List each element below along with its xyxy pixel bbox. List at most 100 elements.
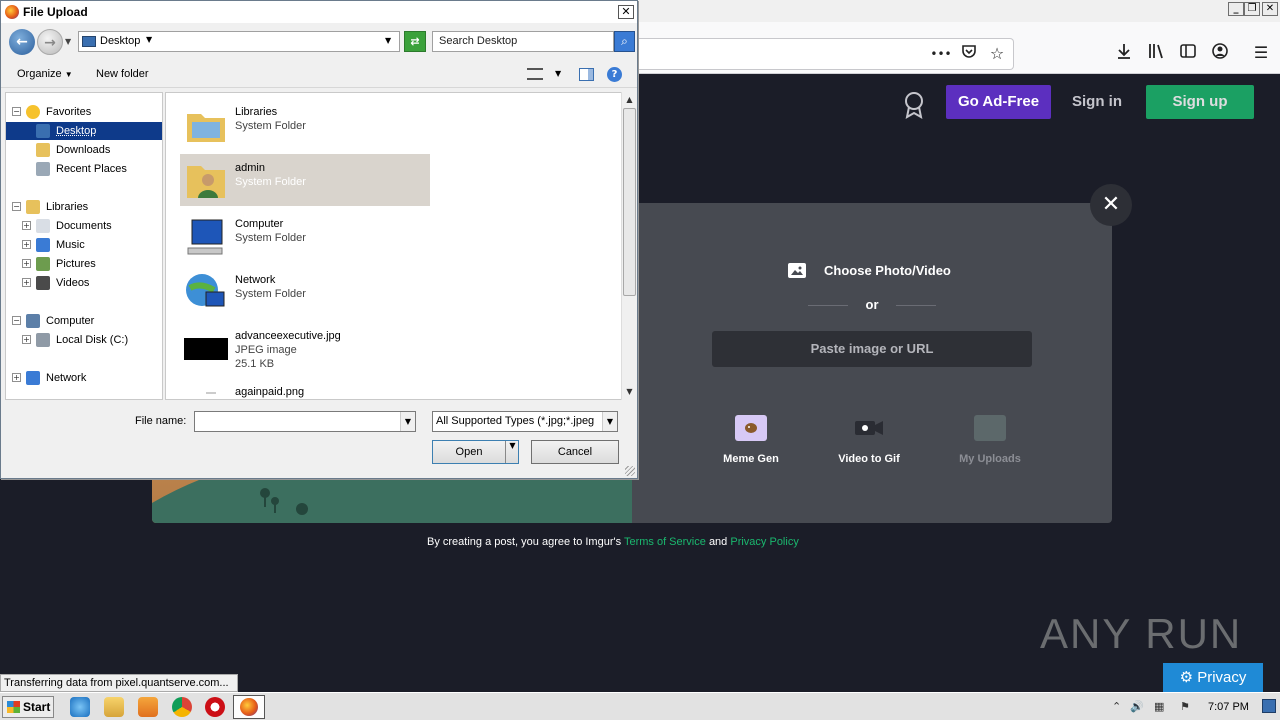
opera-icon[interactable] bbox=[205, 697, 225, 717]
clock[interactable]: 7:07 PM bbox=[1208, 701, 1249, 713]
view-dropdown-icon[interactable]: ▼ bbox=[555, 69, 561, 78]
expand-icon[interactable]: + bbox=[22, 221, 31, 230]
sidebar-item-recent-places[interactable]: Recent Places bbox=[6, 160, 162, 178]
sidebar-item-computer[interactable]: − Computer bbox=[6, 312, 162, 330]
dialog-close-button[interactable]: ✕ bbox=[618, 5, 634, 19]
media-player-icon[interactable] bbox=[138, 697, 158, 717]
recent-locations-chevron-icon[interactable]: ▼ bbox=[65, 37, 71, 46]
address-text[interactable]: Desktop bbox=[100, 35, 140, 47]
more-dots-icon[interactable]: ••• bbox=[930, 43, 952, 65]
preview-pane-icon[interactable] bbox=[579, 68, 594, 81]
file-explorer-icon[interactable] bbox=[104, 697, 124, 717]
forward-button[interactable]: → bbox=[37, 29, 63, 55]
vertical-scrollbar[interactable]: ▲ ▼ bbox=[621, 92, 637, 400]
file-type-select[interactable]: All Supported Types (*.jpg;*.jpeg bbox=[432, 411, 618, 432]
network-icon bbox=[26, 371, 40, 385]
file-name-input[interactable] bbox=[194, 411, 416, 432]
collapse-icon[interactable]: − bbox=[12, 316, 21, 325]
dialog-title-bar[interactable]: File Upload ✕ bbox=[1, 1, 637, 23]
minimize-button[interactable]: _ bbox=[1228, 2, 1244, 16]
file-type: System Folder bbox=[235, 232, 306, 244]
sidebar-item-libraries[interactable]: − Libraries bbox=[6, 198, 162, 216]
open-options-icon[interactable]: ▼ bbox=[505, 441, 519, 463]
restore-button[interactable]: ❐ bbox=[1244, 2, 1260, 16]
new-folder-button[interactable]: New folder bbox=[96, 68, 149, 80]
go-ad-free-button[interactable]: Go Ad-Free bbox=[946, 85, 1051, 119]
file-name-dropdown-icon[interactable]: ▼ bbox=[400, 412, 415, 431]
search-icon[interactable]: ⌕ bbox=[614, 31, 635, 52]
privacy-button[interactable]: ⚙ Privacy bbox=[1163, 663, 1263, 693]
file-item-network[interactable]: Network System Folder bbox=[180, 266, 430, 318]
meme-gen-icon bbox=[735, 415, 767, 441]
firefox-taskbar-button[interactable] bbox=[233, 695, 265, 719]
privacy-policy-link[interactable]: Privacy Policy bbox=[730, 536, 798, 548]
start-button[interactable]: Start bbox=[2, 696, 54, 718]
scroll-down-icon[interactable]: ▼ bbox=[622, 384, 637, 399]
bookmark-star-icon[interactable]: ☆ bbox=[986, 43, 1008, 65]
file-type-dropdown-icon[interactable]: ▼ bbox=[602, 412, 617, 431]
sidebar-item-videos[interactable]: + Videos bbox=[6, 274, 162, 292]
menu-icon[interactable]: ☰ bbox=[1250, 42, 1272, 64]
action-center-flag-icon[interactable]: ⚑ bbox=[1180, 700, 1190, 713]
help-icon[interactable]: ? bbox=[607, 67, 622, 82]
sidebar-item-network[interactable]: + Network bbox=[6, 369, 162, 387]
file-item-admin[interactable]: admin System Folder bbox=[180, 154, 430, 206]
internet-explorer-icon[interactable] bbox=[70, 697, 90, 717]
scroll-thumb[interactable] bbox=[623, 108, 636, 296]
paste-url-input[interactable]: Paste image or URL bbox=[712, 331, 1032, 367]
view-options-icon[interactable] bbox=[527, 68, 543, 80]
show-hidden-icons-icon[interactable]: ⌃ bbox=[1112, 700, 1121, 713]
pocket-icon[interactable] bbox=[958, 43, 980, 65]
open-button[interactable]: Open ▼ bbox=[432, 440, 519, 464]
close-modal-button[interactable]: ✕ bbox=[1090, 184, 1132, 226]
sidebar-item-pictures[interactable]: + Pictures bbox=[6, 255, 162, 273]
network-tray-icon[interactable]: ▦ bbox=[1154, 700, 1164, 713]
close-window-button[interactable]: ✕ bbox=[1262, 2, 1278, 16]
meme-gen-option[interactable]: Meme Gen bbox=[701, 415, 801, 465]
file-item-libraries[interactable]: Libraries System Folder bbox=[180, 98, 430, 150]
organize-menu[interactable]: Organize ▼ bbox=[17, 68, 73, 80]
chrome-icon[interactable] bbox=[172, 697, 192, 717]
resize-grip[interactable] bbox=[625, 466, 635, 476]
sidebar-item-documents[interactable]: + Documents bbox=[6, 217, 162, 235]
sign-in-button[interactable]: Sign in bbox=[1064, 85, 1130, 119]
my-uploads-option[interactable]: My Uploads bbox=[940, 415, 1040, 465]
cancel-button[interactable]: Cancel bbox=[531, 440, 619, 464]
file-item-advanceexecutive-jpg[interactable]: advanceexecutive.jpg JPEG image 25.1 KB bbox=[180, 322, 430, 374]
sidebar-icon[interactable] bbox=[1177, 42, 1199, 64]
address-dropdown-icon[interactable]: ▼ bbox=[385, 36, 391, 45]
breadcrumb-dropdown-icon[interactable]: ▼ bbox=[146, 35, 152, 44]
back-button[interactable]: ← bbox=[9, 29, 35, 55]
expand-icon[interactable]: + bbox=[22, 240, 31, 249]
choose-photo-video-button[interactable]: Choose Photo/Video bbox=[824, 261, 951, 281]
sidebar-item-desktop[interactable]: Desktop bbox=[6, 122, 162, 140]
expand-icon[interactable]: + bbox=[22, 335, 31, 344]
library-icon[interactable] bbox=[1145, 42, 1167, 64]
video-to-gif-option[interactable]: Video to Gif bbox=[819, 415, 919, 465]
sidebar-item-music[interactable]: + Music bbox=[6, 236, 162, 254]
sidebar-item-favorites[interactable]: − Favorites bbox=[6, 103, 162, 121]
url-bar[interactable]: ••• ☆ bbox=[638, 38, 1014, 70]
volume-icon[interactable]: 🔊 bbox=[1130, 700, 1144, 713]
expand-icon[interactable]: + bbox=[22, 278, 31, 287]
collapse-icon[interactable]: − bbox=[12, 202, 21, 211]
expand-icon[interactable]: + bbox=[22, 259, 31, 268]
terms-of-service-link[interactable]: Terms of Service bbox=[624, 536, 706, 548]
show-desktop-icon[interactable] bbox=[1262, 699, 1276, 713]
download-icon[interactable] bbox=[1113, 42, 1135, 64]
sign-up-button[interactable]: Sign up bbox=[1146, 85, 1254, 119]
image-icon[interactable] bbox=[788, 263, 806, 278]
expand-icon[interactable]: + bbox=[12, 373, 21, 382]
anyrun-watermark: ANY RUN bbox=[1040, 610, 1243, 657]
file-item-computer[interactable]: Computer System Folder bbox=[180, 210, 430, 262]
ribbon-icon[interactable] bbox=[902, 91, 926, 119]
sidebar-item-local-disk-c[interactable]: + Local Disk (C:) bbox=[6, 331, 162, 349]
address-bar[interactable]: Desktop ▼ ▼ bbox=[78, 31, 400, 52]
collapse-icon[interactable]: − bbox=[12, 107, 21, 116]
sidebar-item-downloads[interactable]: Downloads bbox=[6, 141, 162, 159]
search-input[interactable]: Search Desktop bbox=[432, 31, 614, 52]
file-item-againpaid-png[interactable]: againpaid.pngPNG image bbox=[180, 378, 430, 399]
account-icon[interactable] bbox=[1209, 42, 1231, 64]
scroll-up-icon[interactable]: ▲ bbox=[622, 92, 637, 107]
refresh-button[interactable]: ⇄ bbox=[404, 31, 426, 52]
